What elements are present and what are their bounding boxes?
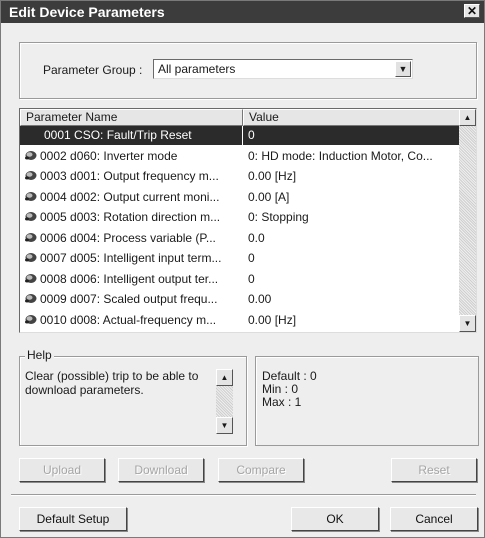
- help-scrollbar[interactable]: ▲ ▼: [216, 369, 233, 434]
- parameter-icon: [25, 273, 37, 283]
- parameter-name-cell: 0008 d006: Intelligent output ter...: [20, 270, 242, 289]
- help-scroll-down-icon[interactable]: ▼: [216, 417, 233, 434]
- parameter-value-cell: 0.00 [Hz]: [248, 169, 297, 183]
- parameter-group-select[interactable]: All parameters ▼: [153, 59, 413, 79]
- table-row[interactable]: 0007 d005: Intelligent input term... 0: [20, 249, 460, 268]
- parameter-name-cell: 0003 d001: Output frequency m...: [20, 167, 242, 186]
- parameter-value-cell: 0.0: [248, 230, 265, 245]
- parameter-name-cell: 0002 d060: Inverter mode: [20, 147, 242, 166]
- title-bar[interactable]: Edit Device Parameters ✕: [1, 1, 484, 23]
- list-header: Parameter Name Value: [20, 109, 460, 126]
- parameter-value-cell: 0: HD mode: Induction Motor, Co...: [248, 148, 433, 163]
- table-row[interactable]: 0002 d060: Inverter mode 0: HD mode: Indu…: [20, 147, 460, 166]
- parameter-value-cell: 0.00 [Hz]: [248, 312, 297, 327]
- cancel-button[interactable]: Cancel: [390, 507, 478, 531]
- download-button[interactable]: Download: [118, 458, 204, 482]
- parameter-name-text: 0008 d006: Intelligent output ter...: [40, 271, 219, 286]
- parameter-name-cell: 0006 d004: Process variable (P...: [20, 229, 242, 248]
- table-row[interactable]: 0009 d007: Scaled output frequ... 0.00: [20, 290, 460, 309]
- parameter-name-text: 0010 d008: Actual-frequency m...: [40, 312, 217, 327]
- parameter-name-cell: 0004 d002: Output current moni...: [20, 188, 242, 207]
- parameter-value-cell: 0: [248, 271, 255, 286]
- parameter-name-cell: 0009 d007: Scaled output frequ...: [20, 290, 242, 309]
- scroll-down-icon[interactable]: ▼: [459, 315, 476, 332]
- column-header-value[interactable]: Value: [243, 109, 460, 126]
- parameter-icon: [25, 150, 37, 160]
- parameter-value-cell: 0.00 [A]: [248, 189, 290, 204]
- parameter-icon: [25, 212, 37, 221]
- help-scroll-up-icon[interactable]: ▲: [216, 369, 233, 386]
- compare-button[interactable]: Compare: [218, 458, 304, 482]
- table-row[interactable]: 0004 d002: Output current moni... 0.00 [A…: [20, 188, 460, 207]
- reset-button[interactable]: Reset: [391, 458, 477, 482]
- help-title: Help: [25, 348, 54, 362]
- parameter-icon: [25, 294, 37, 303]
- column-header-name[interactable]: Parameter Name: [20, 109, 243, 126]
- parameter-icon: [25, 253, 37, 262]
- min-value-text: Min : 0: [262, 382, 299, 396]
- parameter-name-text: 0007 d005: Intelligent input term...: [40, 251, 222, 265]
- parameter-name-text: 0003 d001: Output frequency m...: [40, 169, 219, 183]
- close-button[interactable]: ✕: [464, 4, 480, 18]
- separator: [11, 494, 476, 496]
- table-row[interactable]: 0001 CSO: Fault/Trip Reset 0: [20, 126, 460, 145]
- parameter-list[interactable]: Parameter Name Value 0001 CSO: Fault/Tri…: [19, 108, 477, 333]
- parameter-name-text: 0005 d003: Rotation direction m...: [40, 210, 221, 224]
- help-area: Clear (possible) trip to be able to down…: [25, 369, 245, 435]
- parameter-group-label: Parameter Group :: [43, 63, 143, 77]
- parameter-icon: [25, 191, 37, 201]
- vertical-scrollbar[interactable]: ▲ ▼: [459, 109, 476, 332]
- table-row[interactable]: 0005 d003: Rotation direction m... 0: Sto…: [20, 208, 460, 227]
- parameter-name-text: 0004 d002: Output current moni...: [40, 189, 220, 204]
- help-text: Clear (possible) trip to be able to down…: [25, 369, 199, 397]
- table-row[interactable]: 0003 d001: Output frequency m... 0.00 [Hz…: [20, 167, 460, 186]
- parameter-icon: [25, 232, 37, 242]
- ok-button[interactable]: OK: [291, 507, 379, 531]
- table-row[interactable]: 0008 d006: Intelligent output ter... 0: [20, 270, 460, 289]
- parameter-name-text: 0002 d060: Inverter mode: [40, 148, 178, 163]
- default-setup-button[interactable]: Default Setup: [19, 507, 127, 531]
- table-row[interactable]: 0010 d008: Actual-frequency m... 0.00 [Hz…: [20, 311, 460, 330]
- upload-button[interactable]: Upload: [19, 458, 105, 482]
- parameter-name-cell: 0010 d008: Actual-frequency m...: [20, 311, 242, 330]
- parameter-name-cell: 0001 CSO: Fault/Trip Reset: [20, 126, 242, 145]
- parameter-name-text: 0006 d004: Process variable (P...: [40, 230, 216, 245]
- parameter-name-text: 0009 d007: Scaled output frequ...: [40, 292, 218, 306]
- parameter-value-cell: 0.00: [248, 292, 272, 306]
- parameter-name-cell: 0005 d003: Rotation direction m...: [20, 208, 242, 227]
- chevron-down-icon[interactable]: ▼: [395, 61, 411, 77]
- scroll-up-icon[interactable]: ▲: [459, 109, 476, 126]
- parameter-icon: [25, 314, 37, 324]
- parameter-value-cell: 0: Stopping: [248, 210, 309, 224]
- parameter-value-cell: 0: [248, 251, 255, 265]
- max-value-text: Max : 1: [262, 395, 302, 409]
- parameter-group-value: All parameters: [158, 62, 236, 76]
- value-info-box: Default : 0 Min : 0 Max : 1: [255, 356, 479, 446]
- table-row[interactable]: 0006 d004: Process variable (P... 0.0: [20, 229, 460, 248]
- default-value-text: Default : 0: [262, 369, 317, 383]
- dialog-window: Edit Device Parameters ✕ Parameter Group…: [0, 0, 485, 538]
- parameter-name-cell: 0007 d005: Intelligent input term...: [20, 249, 242, 268]
- parameter-icon: [25, 171, 37, 180]
- parameter-name-text: 0001 CSO: Fault/Trip Reset: [44, 128, 192, 142]
- window-title: Edit Device Parameters: [9, 4, 165, 20]
- parameter-value-cell: 0: [243, 126, 460, 145]
